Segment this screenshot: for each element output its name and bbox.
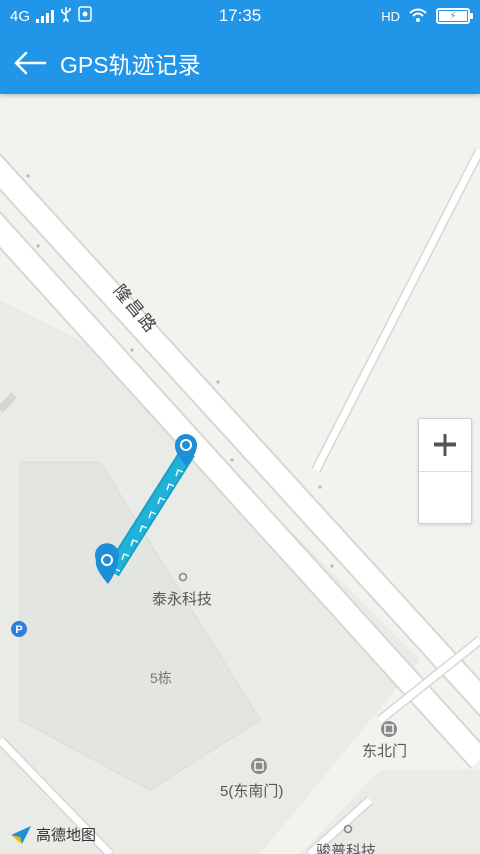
arrow-left-icon bbox=[14, 51, 47, 75]
gate-icon bbox=[381, 721, 397, 737]
gate-icon bbox=[251, 758, 267, 774]
poi-label-southeast-gate[interactable]: 5(东南门) bbox=[220, 780, 283, 801]
zoom-controls bbox=[418, 418, 472, 524]
poi-label-company[interactable]: 泰永科技 bbox=[152, 588, 212, 609]
map-provider-name: 高德地图 bbox=[36, 827, 97, 844]
map-view[interactable]: P 隆昌路 泰永科技 5栋 东北门 5(东南门) 骏普科技 bbox=[0, 94, 480, 854]
minus-icon bbox=[434, 442, 456, 446]
status-right: HD ⚡ bbox=[381, 0, 473, 32]
wifi-icon bbox=[408, 7, 428, 26]
poi-label-northeast-gate[interactable]: 东北门 bbox=[362, 740, 407, 761]
back-button[interactable] bbox=[0, 32, 60, 94]
poi-label-building[interactable]: 5栋 bbox=[150, 668, 172, 688]
map-canvas: P bbox=[0, 94, 480, 854]
map-provider-logo: 高德地图 bbox=[10, 824, 96, 845]
parking-icon: P bbox=[11, 621, 27, 637]
status-bar: 4G 17:35 HD ⚡ bbox=[0, 0, 480, 32]
hd-indicator: HD bbox=[381, 8, 400, 24]
app-bar: GPS轨迹记录 bbox=[0, 32, 480, 94]
page-title: GPS轨迹记录 bbox=[60, 52, 201, 78]
svg-text:P: P bbox=[15, 624, 22, 636]
amap-logo-icon bbox=[11, 825, 31, 844]
battery-icon: ⚡ bbox=[436, 8, 473, 24]
zoom-out-button[interactable] bbox=[419, 442, 471, 524]
poi-label-bottom-company[interactable]: 骏普科技 bbox=[316, 840, 376, 854]
